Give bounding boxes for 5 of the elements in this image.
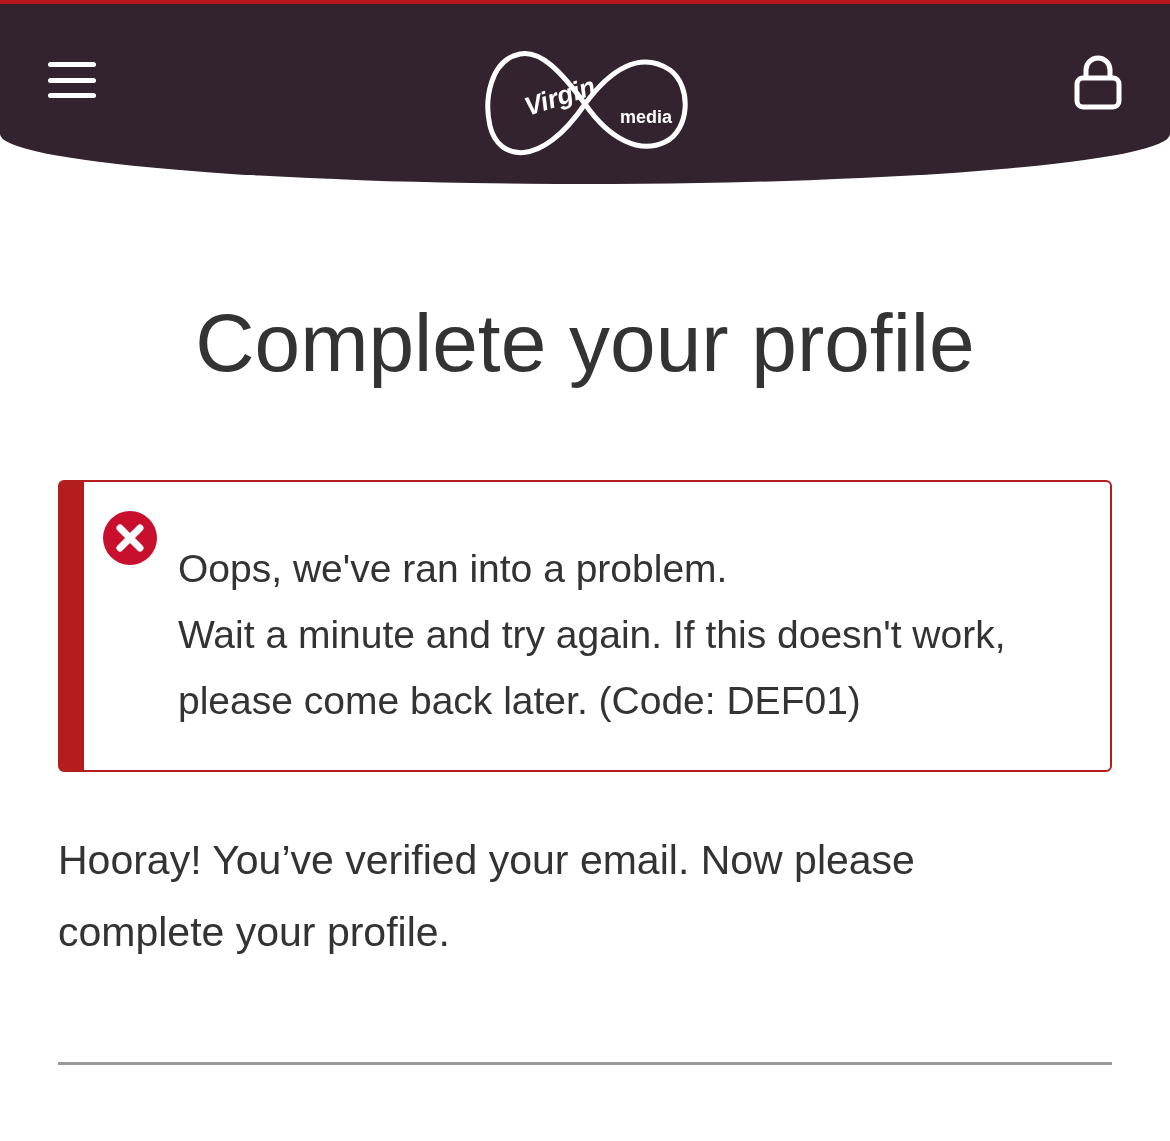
error-message: Wait a minute and try again. If this doesn't work, please come back later. (Code: DEF01) (178, 612, 1007, 724)
error-icon (102, 510, 158, 566)
error-heading: Oops, we've ran into a problem. (178, 546, 729, 592)
lock-icon[interactable] (1074, 54, 1122, 110)
intro-text: Hooray! You’ve verified your email. Now please complete your profile. (58, 836, 916, 957)
